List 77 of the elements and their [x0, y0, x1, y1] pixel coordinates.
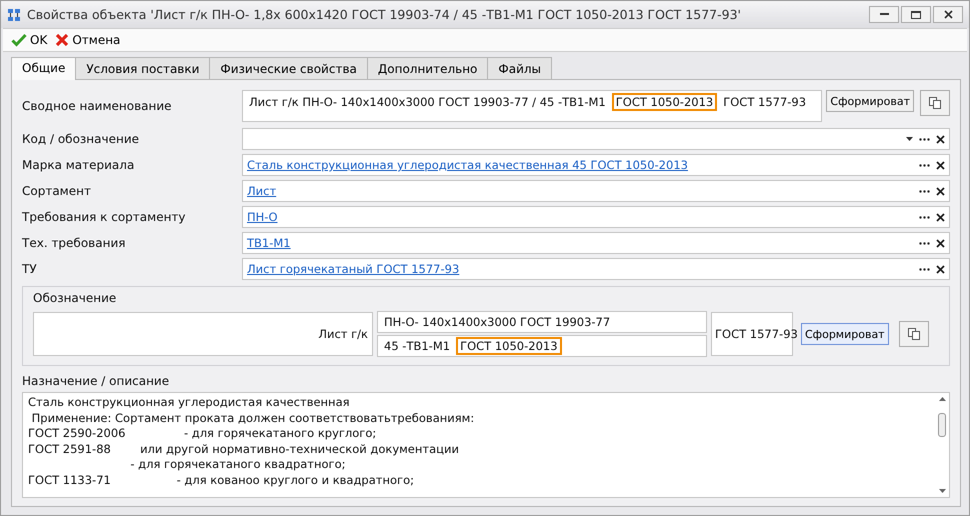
- generate-button[interactable]: Сформироват: [801, 323, 889, 345]
- input-field[interactable]: ПН-О: [242, 206, 950, 228]
- copy-icon: [906, 327, 921, 341]
- value-link[interactable]: ПН-О: [247, 210, 278, 224]
- generate-button[interactable]: Сформироват: [826, 90, 914, 112]
- input-field[interactable]: 45 -ТВ1-М1 ГОСТ 1050-2013: [377, 335, 707, 357]
- input-field[interactable]: ПН-О- 140х1400х3000 ГОСТ 19903-77: [377, 311, 707, 333]
- field-label: Тех. требования: [22, 236, 126, 250]
- cross-icon: [55, 33, 70, 47]
- more-icon[interactable]: [919, 242, 930, 244]
- input-field[interactable]: Лист г/к: [33, 312, 373, 356]
- summary-field[interactable]: Лист г/к ПН-О- 140х1400х3000 ГОСТ 19903-77 / 45 -ТВ1-М1 ГОСТ 1050-2013 ГОСТ 1577-93: [242, 90, 822, 122]
- close-icon: [944, 10, 952, 19]
- clear-icon[interactable]: [936, 134, 945, 144]
- field-text: ГОСТ 1577-93: [722, 95, 808, 109]
- combo-field[interactable]: [242, 128, 950, 150]
- input-field[interactable]: Лист горячекатаный ГОСТ 1577-93: [242, 258, 950, 280]
- more-icon[interactable]: [919, 138, 930, 140]
- input-field[interactable]: Лист: [242, 180, 950, 202]
- text-line: ГОСТ 2591-88 или другой нормативно-технической документации: [28, 442, 460, 457]
- scroll-down-icon[interactable]: [938, 489, 946, 493]
- minimize-button[interactable]: [869, 6, 899, 23]
- ok-button[interactable]: OK: [9, 33, 50, 47]
- app-icon: [7, 8, 21, 22]
- value-link[interactable]: Лист: [247, 184, 276, 198]
- field-text: 45 -ТВ1-М1: [383, 339, 452, 353]
- text-line: Сталь конструкционная углеродистая качественная: [28, 395, 351, 410]
- tab[interactable]: Дополнительно: [366, 57, 488, 79]
- tab[interactable]: Условия поставки: [75, 57, 210, 79]
- field-label: Сводное наименование: [22, 99, 173, 113]
- value-link[interactable]: Сталь конструкционная углеродистая качественная 45 ГОСТ 1050-2013: [247, 158, 688, 172]
- highlighted-text: ГОСТ 1050-2013: [458, 339, 560, 353]
- checkmark-icon: [11, 33, 27, 47]
- clear-icon[interactable]: [936, 212, 945, 222]
- more-icon[interactable]: [919, 164, 930, 166]
- copy-button[interactable]: [898, 321, 929, 347]
- field-label: Требования к сортаменту: [22, 210, 187, 224]
- text-line: - для горячекатаного квадратного;: [129, 457, 347, 472]
- text-line: ГОСТ 2590-2006 - для горячекатаного круглого;: [28, 426, 378, 442]
- copy-icon: [928, 96, 942, 110]
- field-label: Код / обозначение: [22, 132, 140, 146]
- value-link[interactable]: ТВ1-М1: [247, 236, 291, 250]
- field-label: Марка материала: [22, 158, 136, 172]
- description-textarea[interactable]: [22, 392, 950, 498]
- input-field[interactable]: ТВ1-М1: [242, 232, 950, 254]
- minimize-icon: [880, 13, 888, 16]
- clear-icon[interactable]: [936, 186, 945, 196]
- clear-icon[interactable]: [936, 264, 945, 274]
- clear-icon[interactable]: [936, 160, 945, 170]
- more-icon[interactable]: [919, 190, 930, 192]
- scroll-thumb[interactable]: [938, 413, 946, 437]
- more-icon[interactable]: [919, 268, 930, 270]
- highlighted-text: ГОСТ 1050-2013: [614, 95, 716, 109]
- scroll-up-icon[interactable]: [938, 397, 946, 401]
- field-label: ТУ: [22, 262, 38, 276]
- window-title: Свойства объекта 'Лист г/к ПН-О- 1,8х 600х1420 ГОСТ 19903-74 / 45 -ТВ1-М1 ГОСТ 1050-2013 ГОСТ 1577-93': [27, 7, 742, 22]
- maximize-button[interactable]: [901, 6, 931, 23]
- field-text: ПН-О- 140х1400х3000 ГОСТ 19903-77: [383, 315, 612, 329]
- tab[interactable]: Файлы: [487, 57, 552, 79]
- input-field[interactable]: Сталь конструкционная углеродистая качественная 45 ГОСТ 1050-2013: [242, 154, 950, 176]
- field-text: Лист г/к ПН-О- 140х1400х3000 ГОСТ 19903-77 / 45 -ТВ1-М1: [248, 95, 607, 109]
- clear-icon[interactable]: [936, 238, 945, 248]
- tab[interactable]: Общие: [11, 57, 76, 80]
- field-text: Лист г/к: [318, 327, 368, 341]
- dropdown-arrow-icon[interactable]: [906, 137, 913, 141]
- group-label: Обозначение: [33, 291, 118, 305]
- copy-button[interactable]: [920, 90, 950, 116]
- value-link[interactable]: Лист горячекатаный ГОСТ 1577-93: [247, 262, 460, 276]
- text-line: ГОСТ 1133-71 - для кованоо круглого и квадратного;: [28, 472, 415, 488]
- cancel-button[interactable]: Отмена: [53, 33, 122, 47]
- text-line: Применение: Сортамент проката должен соответствоватьтребованиям:: [30, 410, 476, 426]
- close-button[interactable]: [933, 6, 963, 23]
- maximize-icon: [911, 10, 921, 18]
- field-label: Назначение / описание: [22, 374, 170, 388]
- more-icon[interactable]: [919, 216, 930, 218]
- field-label: Сортамент: [22, 184, 92, 198]
- tab[interactable]: Физические свойства: [209, 57, 368, 79]
